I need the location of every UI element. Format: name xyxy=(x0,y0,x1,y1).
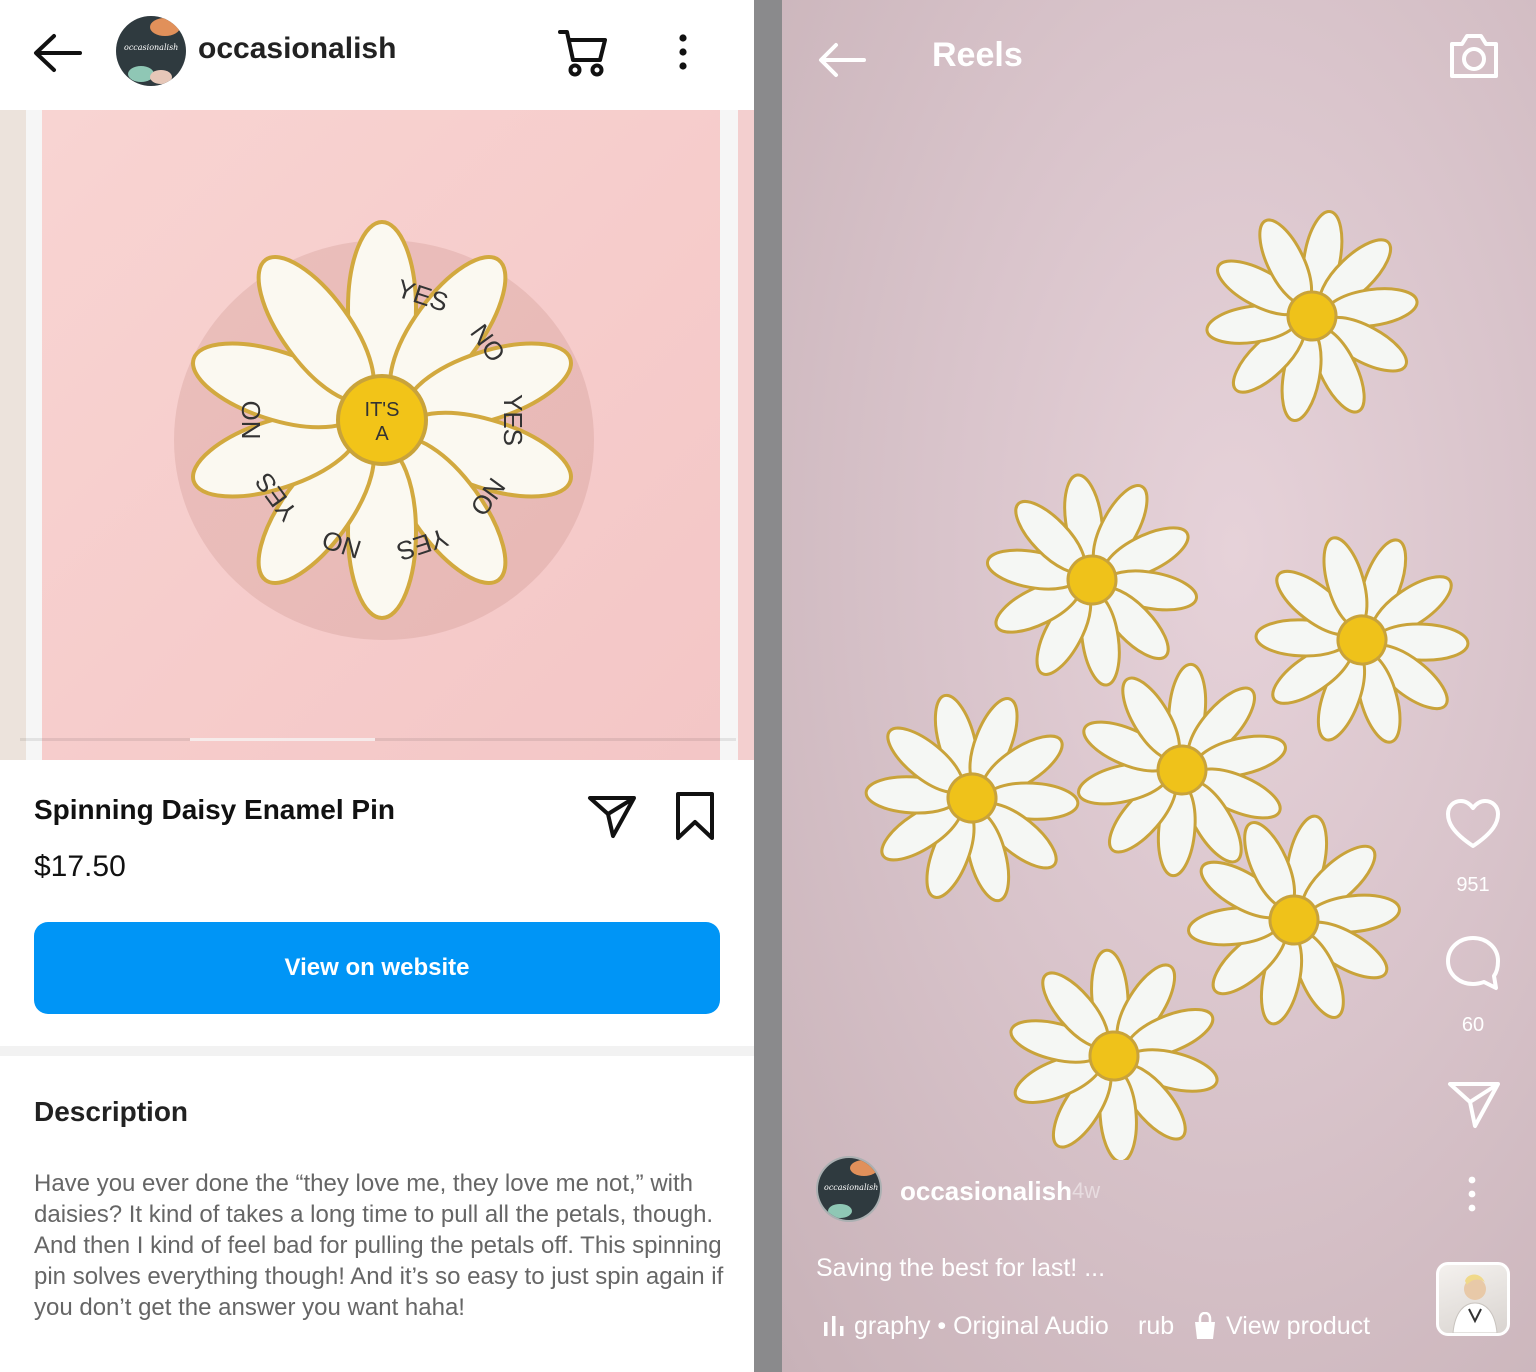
audio-link[interactable]: graphy • Original Audio xyxy=(854,1312,1109,1341)
product-title: Spinning Daisy Enamel Pin xyxy=(34,794,395,825)
camera-icon xyxy=(1450,34,1498,78)
avatar-shape xyxy=(150,18,180,36)
bookmark-icon xyxy=(676,792,714,840)
more-vertical-icon xyxy=(1468,1176,1476,1212)
arrow-left-icon xyxy=(34,34,82,72)
petal-label: YES xyxy=(498,394,528,446)
reel-video-frame xyxy=(842,180,1522,1160)
send-icon xyxy=(588,796,636,838)
heart-icon xyxy=(1446,799,1500,848)
avatar-logo-text: occasionalish xyxy=(824,1183,879,1192)
daisy-pin-image: IT'S A YES NO YES NO YES NO YES NO xyxy=(174,220,594,640)
like-count: 951 xyxy=(1456,874,1490,896)
reel-share-button[interactable] xyxy=(1446,1078,1502,1130)
cart-icon xyxy=(558,30,607,77)
share-button[interactable] xyxy=(586,792,638,840)
reels-panel[interactable]: Reels 951 60 occasionalish occasionalish… xyxy=(782,0,1536,1372)
reels-title: Reels xyxy=(932,36,1023,74)
description-heading: Description xyxy=(34,1096,189,1127)
camera-button[interactable] xyxy=(1446,30,1502,82)
description-text: Have you ever done the “they love me, th… xyxy=(34,1170,724,1321)
next-image-peek[interactable] xyxy=(738,110,754,760)
audio-icon xyxy=(822,1316,846,1338)
reel-username[interactable]: occasionalish xyxy=(900,1176,1072,1207)
avatar[interactable]: occasionalish xyxy=(116,16,186,86)
product-panel: occasionalish occasionalish IT'S A YES N… xyxy=(0,0,754,1372)
carousel-progress-track xyxy=(20,738,736,741)
more-options-button[interactable] xyxy=(668,30,698,74)
reel-avatar[interactable]: occasionalish xyxy=(816,1156,882,1222)
view-product-link[interactable]: View product xyxy=(1226,1312,1370,1341)
petal-label: NO xyxy=(236,401,266,440)
product-header: occasionalish occasionalish xyxy=(0,0,754,108)
audio-thumbnail-image xyxy=(1452,1274,1498,1333)
product-price: $17.50 xyxy=(34,850,126,883)
shopping-bag-icon xyxy=(1192,1311,1218,1340)
save-button[interactable] xyxy=(672,790,718,842)
avatar-shape xyxy=(828,1204,852,1218)
screenshot-root: occasionalish occasionalish IT'S A YES N… xyxy=(0,0,1536,1372)
view-on-website-button[interactable]: View on website xyxy=(34,922,720,1014)
product-image[interactable]: IT'S A YES NO YES NO YES NO YES NO xyxy=(42,110,720,760)
avatar-shape xyxy=(850,1160,878,1176)
comment-count: 60 xyxy=(1461,1014,1485,1036)
comment-button[interactable] xyxy=(1444,934,1502,992)
panel-gap xyxy=(754,0,782,1372)
send-icon xyxy=(1448,1082,1500,1128)
product-image-carousel[interactable]: IT'S A YES NO YES NO YES NO YES NO xyxy=(0,110,754,760)
post-age: 4w xyxy=(1072,1178,1101,1203)
previous-image-peek[interactable] xyxy=(0,110,26,760)
reel-caption[interactable]: Saving the best for last! ... xyxy=(816,1254,1105,1283)
reel-more-button[interactable] xyxy=(1460,1172,1484,1216)
comment-icon xyxy=(1446,936,1500,990)
audio-thumbnail[interactable] xyxy=(1436,1262,1510,1336)
like-button[interactable] xyxy=(1444,798,1502,852)
avatar-shape xyxy=(150,70,172,84)
cart-button[interactable] xyxy=(556,26,610,78)
carousel-progress-thumb xyxy=(190,738,375,741)
pin-center-text: A xyxy=(375,423,389,445)
more-vertical-icon xyxy=(679,34,687,70)
reels-back-button[interactable] xyxy=(816,40,868,80)
pin-center-text: IT'S xyxy=(365,399,400,421)
section-divider xyxy=(0,1046,754,1056)
shop-username[interactable]: occasionalish xyxy=(198,32,396,66)
avatar-logo-text: occasionalish xyxy=(124,43,179,52)
audio-text-tail: rub xyxy=(1138,1312,1175,1340)
arrow-left-icon xyxy=(819,43,866,77)
back-button[interactable] xyxy=(30,30,86,76)
